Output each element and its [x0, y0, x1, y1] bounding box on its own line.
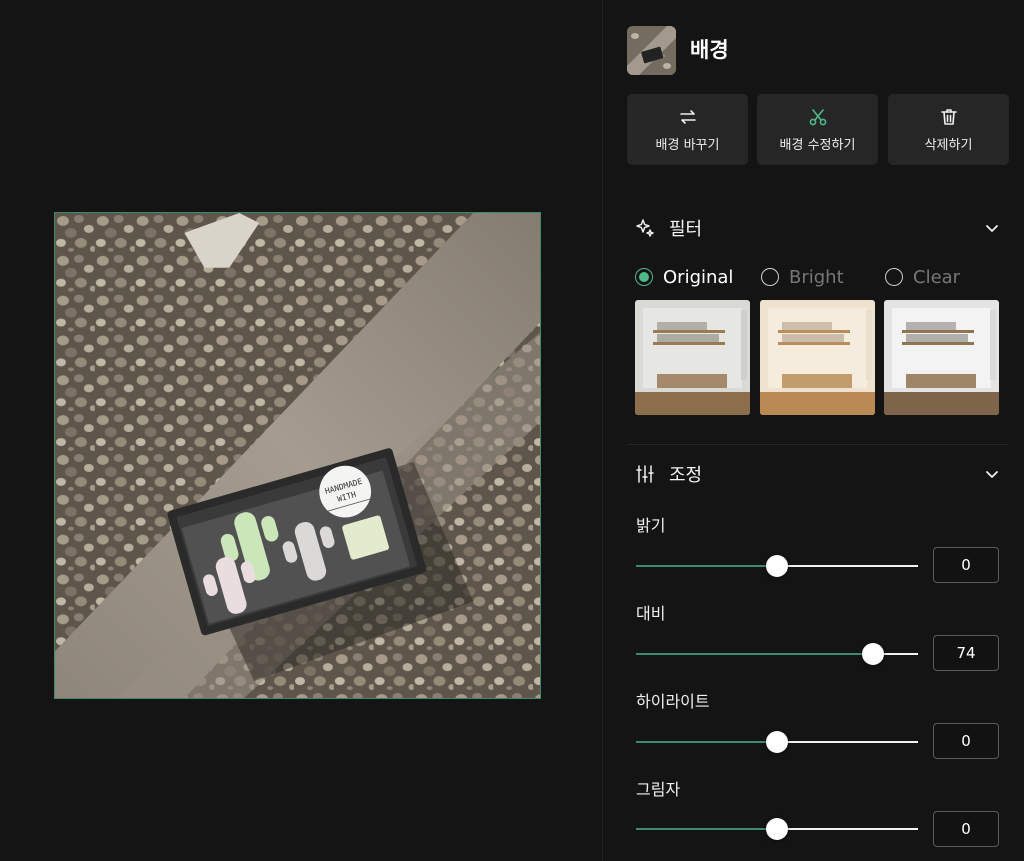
adjust-section-title: 조정	[669, 465, 703, 486]
adjust-section-header[interactable]: 조정	[635, 460, 1001, 488]
edit-background-button[interactable]: 배경 수정하기	[757, 94, 878, 165]
swap-arrows-icon	[677, 106, 699, 128]
contrast-value-input[interactable]: 74	[933, 635, 999, 671]
trash-icon	[938, 106, 960, 128]
room-preview-image	[760, 300, 875, 415]
sliders-icon	[635, 464, 655, 484]
photo-preview[interactable]: HANDMADE WITH	[54, 212, 541, 699]
replace-background-button[interactable]: 배경 바꾸기	[627, 94, 748, 165]
highlight-label: 하이라이트	[636, 692, 710, 711]
slider-handle[interactable]	[861, 643, 884, 665]
brightness-slider[interactable]	[636, 554, 918, 578]
properties-panel: 배경 배경 바꾸기 배경 수정하기 삭제하기 필터 Original Brigh…	[602, 0, 1024, 861]
delete-label: 삭제하기	[924, 138, 973, 153]
filter-option-bright[interactable]: Bright	[761, 264, 844, 290]
delete-button[interactable]: 삭제하기	[888, 94, 1009, 165]
filter-option-original[interactable]: Original	[635, 264, 733, 290]
section-divider	[627, 444, 1009, 445]
filter-option-label: Clear	[913, 266, 961, 288]
highlight-value-input[interactable]: 0	[933, 723, 999, 759]
filter-option-clear[interactable]: Clear	[885, 264, 960, 290]
brightness-value-input[interactable]: 0	[933, 547, 999, 583]
filter-preview-original[interactable]	[635, 300, 750, 415]
filter-preview-bright[interactable]	[760, 300, 875, 415]
chevron-down-icon	[983, 465, 1001, 483]
replace-background-label: 배경 바꾸기	[655, 138, 720, 153]
brightness-label: 밝기	[636, 516, 666, 535]
filter-section-header[interactable]: 필터	[635, 214, 1001, 242]
radio-button[interactable]	[885, 268, 903, 286]
sparkle-icon	[635, 218, 655, 238]
slider-handle[interactable]	[766, 731, 788, 753]
slider-handle[interactable]	[766, 818, 788, 840]
room-preview-image	[635, 300, 750, 415]
editor-app: HANDMADE WITH 배경 배경 바꾸기 배경 수정하기 삭제하기 필터 …	[0, 0, 1024, 861]
filter-preview-clear[interactable]	[884, 300, 999, 415]
slider-fill	[636, 653, 873, 655]
photo-image: HANDMADE WITH	[55, 213, 540, 698]
contrast-slider[interactable]	[636, 642, 918, 666]
shadow-slider[interactable]	[636, 817, 918, 841]
highlight-slider[interactable]	[636, 730, 918, 754]
shadow-label: 그림자	[636, 780, 681, 799]
layer-thumbnail[interactable]	[627, 26, 676, 75]
scissors-icon	[807, 106, 829, 128]
filter-option-label: Original	[663, 266, 734, 288]
slider-fill	[636, 741, 777, 743]
canvas-area: HANDMADE WITH	[0, 0, 602, 861]
room-preview-image	[884, 300, 999, 415]
filter-section-title: 필터	[669, 219, 703, 240]
filter-option-label: Bright	[789, 266, 844, 288]
chevron-down-icon	[983, 219, 1001, 237]
edit-background-label: 배경 수정하기	[779, 138, 856, 153]
contrast-label: 대비	[636, 604, 666, 623]
radio-button[interactable]	[761, 268, 779, 286]
slider-handle[interactable]	[766, 555, 788, 577]
layer-thumbnail-image	[627, 26, 676, 75]
shadow-value-input[interactable]: 0	[933, 811, 999, 847]
layer-title: 배경	[690, 38, 729, 62]
slider-fill	[636, 828, 777, 830]
slider-fill	[636, 565, 777, 567]
radio-button[interactable]	[635, 268, 653, 286]
